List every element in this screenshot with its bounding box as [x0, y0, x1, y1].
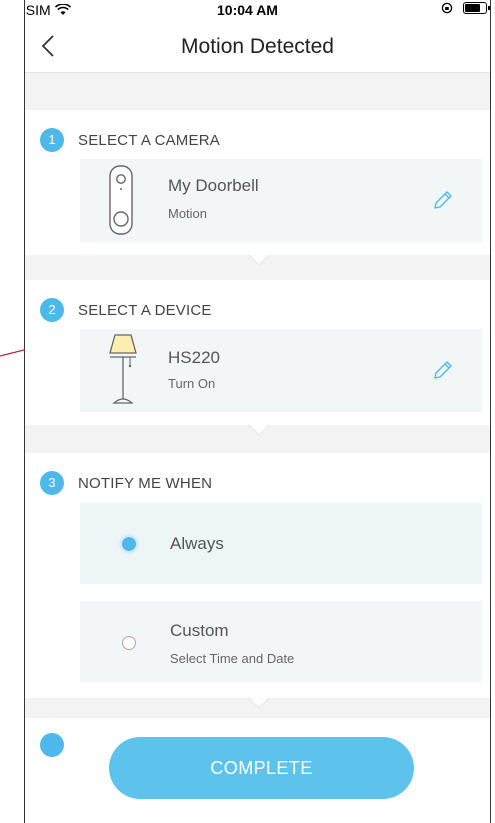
section-connector-notch: [249, 425, 269, 435]
device-name: HS220: [168, 348, 220, 367]
nav-bar: Motion Detected: [25, 20, 490, 73]
section-connector-notch: [249, 698, 269, 708]
status-right: [441, 2, 490, 14]
radio-custom[interactable]: [122, 636, 136, 650]
edit-pencil-icon[interactable]: [431, 358, 455, 382]
option-always-label: Always: [170, 534, 224, 553]
step-notify-when: 3 NOTIFY ME WHEN Always Custom Select Ti…: [25, 453, 490, 698]
floor-lamp-icon: [109, 334, 137, 404]
option-always[interactable]: Always: [80, 503, 482, 584]
step-number-badge: 2: [40, 298, 64, 322]
step-title: NOTIFY ME WHEN: [78, 475, 213, 492]
camera-trigger: Motion: [168, 206, 208, 221]
step-select-device: 2 SELECT A DEVICE HS220 Turn On: [25, 280, 490, 425]
edit-pencil-icon[interactable]: [431, 188, 455, 212]
option-custom[interactable]: Custom Select Time and Date: [80, 601, 482, 682]
page-title: Motion Detected: [181, 35, 334, 58]
step-title: SELECT A CAMERA: [78, 132, 220, 149]
doorbell-camera-icon: [109, 165, 133, 235]
option-custom-sublabel: Select Time and Date: [170, 651, 295, 666]
camera-name: My Doorbell: [168, 176, 259, 195]
step-select-camera: 1 SELECT A CAMERA My Doorbell Motion: [25, 110, 490, 255]
app-screen: No SIM 10:04 AM Motion Detected 1 SELECT…: [25, 0, 490, 823]
option-custom-label: Custom: [170, 621, 229, 640]
section-connector-notch: [249, 255, 269, 265]
frame-border-right: [490, 0, 491, 823]
orientation-lock-icon: [441, 2, 453, 14]
status-bar: No SIM 10:04 AM: [25, 0, 490, 20]
step-number-badge: 3: [40, 471, 64, 495]
complete-button[interactable]: COMPLETE: [109, 737, 414, 799]
battery-icon: [463, 2, 490, 14]
step-number-badge: 1: [40, 128, 64, 152]
step-title: SELECT A DEVICE: [78, 302, 212, 319]
camera-card[interactable]: My Doorbell Motion: [80, 159, 482, 242]
status-time: 10:04 AM: [217, 2, 278, 18]
device-action: Turn On: [168, 376, 216, 391]
step-number-badge: [40, 733, 64, 757]
device-card[interactable]: HS220 Turn On: [80, 329, 482, 412]
radio-always[interactable]: [122, 537, 136, 551]
